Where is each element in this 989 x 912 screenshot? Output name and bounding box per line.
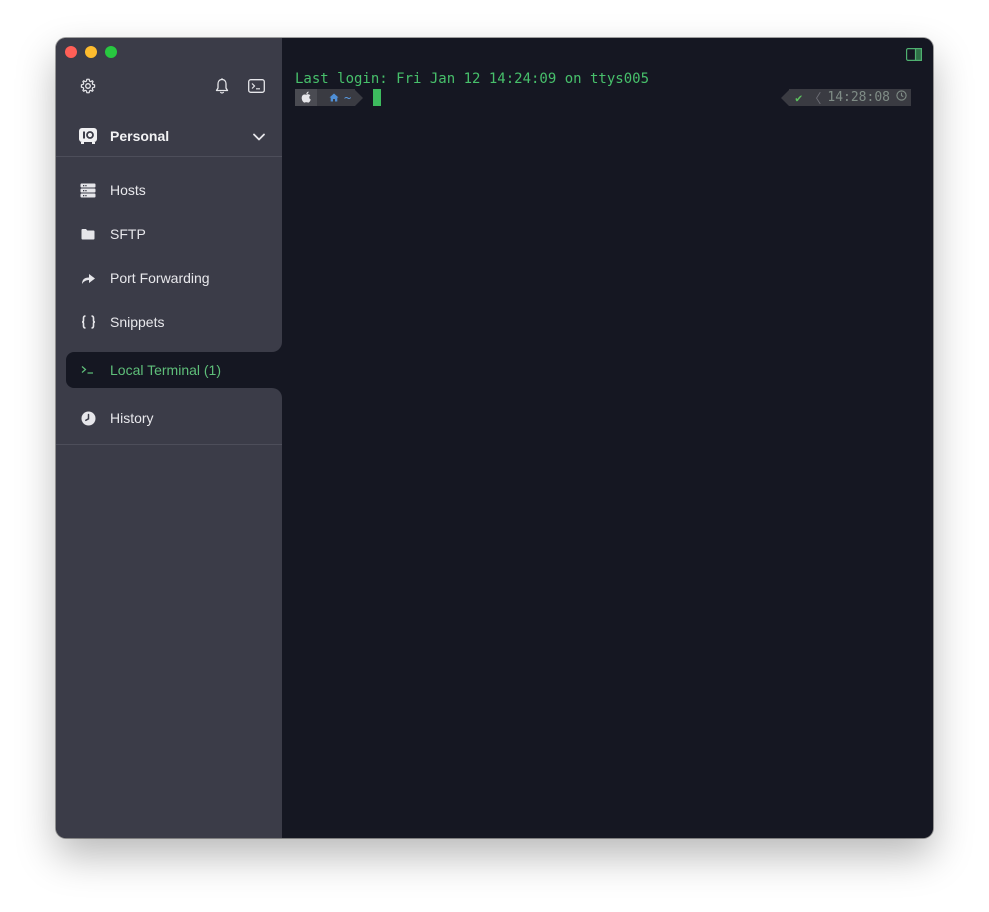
vault-selector[interactable]: Personal <box>56 118 282 157</box>
prompt-os-segment <box>295 89 317 106</box>
status-check-icon: ✔ <box>795 90 803 105</box>
current-directory: ~ <box>344 90 352 105</box>
chevron-down-icon[interactable] <box>252 129 266 147</box>
close-window-button[interactable] <box>65 46 77 58</box>
sidebar-item-snippets[interactable]: Snippets <box>56 304 282 340</box>
clock-icon <box>80 410 96 426</box>
window-controls <box>65 46 117 58</box>
apple-icon <box>301 88 312 107</box>
sidebar-toggle-icon[interactable] <box>906 46 923 62</box>
vault-icon <box>78 127 98 150</box>
sidebar-item-sftp[interactable]: SFTP <box>56 216 282 252</box>
right-prompt-body: ✔ 〈 14:28:08 <box>789 89 911 107</box>
terminal-icon[interactable] <box>246 76 266 96</box>
sidebar-item-history[interactable]: History <box>56 400 282 436</box>
bell-icon[interactable] <box>212 76 232 96</box>
sidebar-item-label: SFTP <box>110 226 146 242</box>
clock-icon <box>896 90 907 105</box>
sidebar-item-hosts[interactable]: Hosts <box>56 172 282 208</box>
prompt-dir-segment: ~ <box>317 89 356 106</box>
minimize-window-button[interactable] <box>85 46 97 58</box>
vault-name: Personal <box>110 128 170 144</box>
terminal-cursor <box>373 89 382 106</box>
login-message: Last login: Fri Jan 12 14:24:09 on ttys0… <box>295 71 650 87</box>
sidebar-item-label: Snippets <box>110 314 165 330</box>
sidebar-item-local-terminal[interactable]: Local Terminal (1) <box>66 352 282 388</box>
sidebar-item-label: History <box>110 410 154 426</box>
braces-icon <box>80 314 96 330</box>
hosts-icon <box>80 182 96 198</box>
right-prompt-arrow <box>781 89 790 106</box>
port-forward-icon <box>80 270 96 286</box>
segment-separator: 〈 <box>808 92 822 107</box>
right-prompt: ✔ 〈 14:28:08 <box>781 89 911 107</box>
prompt-icon <box>80 362 96 378</box>
sidebar: Personal Hosts SFTP Port Forwarding Snip… <box>56 38 282 838</box>
sidebar-item-port-forwarding[interactable]: Port Forwarding <box>56 260 282 296</box>
app-window: Personal Hosts SFTP Port Forwarding Snip… <box>56 38 933 838</box>
folder-icon <box>80 226 96 242</box>
active-notch-top <box>270 340 282 352</box>
home-icon <box>329 91 339 105</box>
active-notch-bottom <box>270 388 282 400</box>
nav-divider <box>56 444 282 445</box>
sidebar-item-label: Local Terminal (1) <box>110 362 222 378</box>
sidebar-item-label: Port Forwarding <box>110 270 210 286</box>
terminal-pane[interactable]: Last login: Fri Jan 12 14:24:09 on ttys0… <box>282 38 933 838</box>
gear-icon[interactable] <box>78 76 98 96</box>
sidebar-toolbar <box>56 76 282 98</box>
prompt-time: 14:28:08 <box>827 90 890 105</box>
maximize-window-button[interactable] <box>105 46 117 58</box>
shell-prompt: ~ <box>295 89 382 106</box>
sidebar-item-label: Hosts <box>110 182 146 198</box>
prompt-arrow <box>355 89 364 106</box>
